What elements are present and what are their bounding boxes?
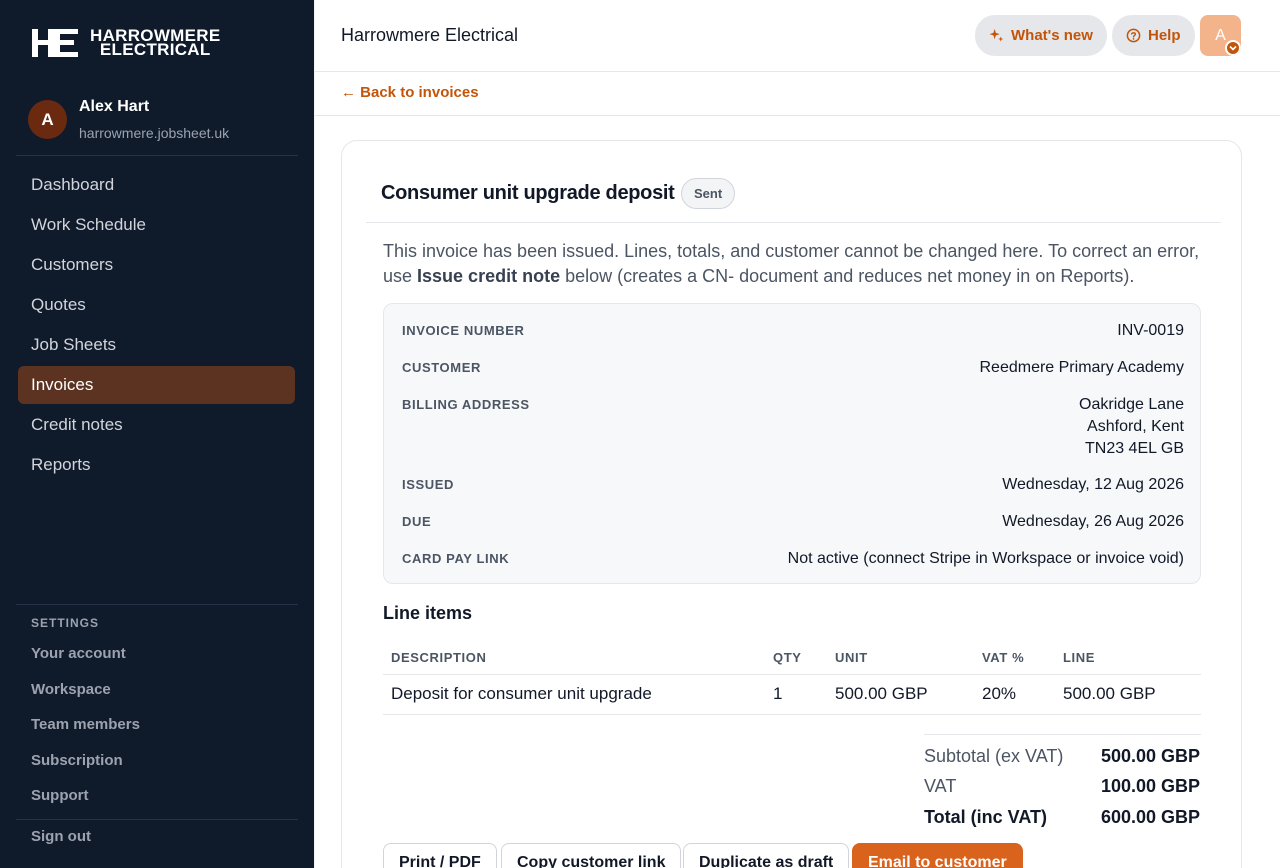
settings-nav: Your account Workspace Team members Subs… [31,636,140,814]
help-button[interactable]: Help [1112,15,1195,56]
table-divider [383,674,1201,675]
sidebar-item-quotes[interactable]: Quotes [18,286,295,324]
invoice-number-value: INV-0019 [1117,322,1184,339]
line-items-heading: Line items [383,603,473,623]
help-label: Help [1148,27,1181,44]
sidebar-divider [16,604,298,605]
detail-row-customer: CUSTOMER Reedmere Primary Academy [402,357,1184,379]
back-to-invoices-link[interactable]: ← Back to invoices [341,84,479,101]
issued-notice: This invoice has been issued. Lines, tot… [383,239,1213,289]
sidebar-item-job-sheets[interactable]: Job Sheets [18,326,295,364]
card-pay-link-value: Not active (connect Stripe in Workspace … [787,550,1184,567]
detail-row-invoice-number: INVOICE NUMBER INV-0019 [402,320,1184,342]
address-line-2: Ashford, Kent [1087,418,1184,435]
topbar: Harrowmere Electrical What's new Help A [315,0,1280,72]
brand-name: HARROWMERE ELECTRICAL [90,27,221,59]
copy-customer-link-button[interactable]: Copy customer link [501,843,682,868]
sidebar-item-credit-notes[interactable]: Credit notes [18,406,295,444]
whats-new-button[interactable]: What's new [975,15,1107,56]
brand-logo-icon [32,29,78,57]
sidebar-item-reports[interactable]: Reports [18,446,295,484]
breadcrumb-bar: ← Back to invoices [315,72,1280,116]
column-header-unit: UNIT [835,650,868,665]
user-profile[interactable]: A Alex Hart harrowmere.jobsheet.uk [28,98,229,141]
duplicate-as-draft-button[interactable]: Duplicate as draft [683,843,850,868]
totals-divider [924,734,1201,735]
status-badge: Sent [681,178,736,209]
line-description: Deposit for consumer unit upgrade [391,684,652,703]
print-pdf-button[interactable]: Print / PDF [383,843,497,868]
detail-row-issued: ISSUED Wednesday, 12 Aug 2026 [402,474,1184,496]
column-header-description: DESCRIPTION [391,650,487,665]
brand-line-2: ELECTRICAL [99,40,211,59]
line-unit: 500.00 GBP [835,684,928,703]
total-label: Total (inc VAT) [924,807,1047,827]
column-header-vat: VAT % [982,650,1025,665]
settings-item-subscription[interactable]: Subscription [31,743,140,779]
invoice-details-panel: INVOICE NUMBER INV-0019 CUSTOMER Reedmer… [383,303,1201,584]
table-divider [383,714,1201,715]
column-header-qty: QTY [773,650,802,665]
detail-row-due: DUE Wednesday, 26 Aug 2026 [402,511,1184,533]
detail-label: INVOICE NUMBER [402,323,525,338]
address-line-3: TN23 4EL GB [1084,440,1184,457]
detail-label: CARD PAY LINK [402,551,510,566]
brand-logo[interactable]: HARROWMERE ELECTRICAL [30,27,221,59]
invoice-card: Consumer unit upgrade deposit Sent This … [341,140,1242,868]
sign-out-link[interactable]: Sign out [31,828,91,845]
detail-row-card-pay-link: CARD PAY LINK Not active (connect Stripe… [402,548,1184,570]
detail-label: CUSTOMER [402,360,481,375]
column-header-line: LINE [1063,650,1096,665]
issued-value: Wednesday, 12 Aug 2026 [1002,476,1184,493]
settings-heading: SETTINGS [31,616,100,630]
subtotal-value: 500.00 GBP [1100,746,1200,766]
customer-value: Reedmere Primary Academy [979,359,1184,376]
main-nav: Dashboard Work Schedule Customers Quotes… [18,166,295,486]
page-title: Consumer unit upgrade deposit [381,182,675,204]
sidebar-divider [16,155,298,156]
card-divider [366,222,1221,223]
line-qty: 1 [773,684,783,703]
sidebar: HARROWMERE ELECTRICAL A Alex Hart harrow… [0,0,314,868]
line-total: 500.00 GBP [1063,684,1156,703]
detail-label: ISSUED [402,477,455,492]
user-domain: harrowmere.jobsheet.uk [79,125,230,141]
settings-item-support[interactable]: Support [31,778,140,814]
help-circle-icon [1126,28,1141,43]
settings-item-workspace[interactable]: Workspace [31,672,140,708]
vat-value: 100.00 GBP [1100,776,1200,796]
sidebar-item-work-schedule[interactable]: Work Schedule [18,206,295,244]
vat-label: VAT [924,776,957,796]
detail-row-billing-address: BILLING ADDRESS Oakridge Lane Ashford, K… [402,394,1184,460]
settings-item-team-members[interactable]: Team members [31,707,140,743]
notice-credit-note-text: Issue credit note [417,266,561,286]
notice-text-2: below (creates a CN- document and reduce… [560,266,1135,286]
total-value: 600.00 GBP [1100,807,1200,827]
whats-new-label: What's new [1011,27,1093,44]
chevron-down-icon [1225,40,1241,56]
billing-address-value: Oakridge Lane Ashford, Kent TN23 4EL GB [1079,394,1184,460]
detail-label: DUE [402,514,432,529]
subtotal-label: Subtotal (ex VAT) [924,746,1064,766]
detail-label: BILLING ADDRESS [402,397,530,412]
settings-item-your-account[interactable]: Your account [31,636,140,672]
address-line-1: Oakridge Lane [1079,396,1184,413]
avatar: A [28,100,67,139]
app-title: Harrowmere Electrical [341,25,519,45]
user-name: Alex Hart [79,98,150,115]
sparkle-icon [989,28,1004,42]
sidebar-item-dashboard[interactable]: Dashboard [18,166,295,204]
due-value: Wednesday, 26 Aug 2026 [1002,513,1184,530]
sidebar-divider [16,819,298,820]
line-vat: 20% [982,684,1017,703]
sidebar-item-invoices[interactable]: Invoices [18,366,295,404]
sidebar-item-customers[interactable]: Customers [18,246,295,284]
email-to-customer-button[interactable]: Email to customer [852,843,1023,868]
